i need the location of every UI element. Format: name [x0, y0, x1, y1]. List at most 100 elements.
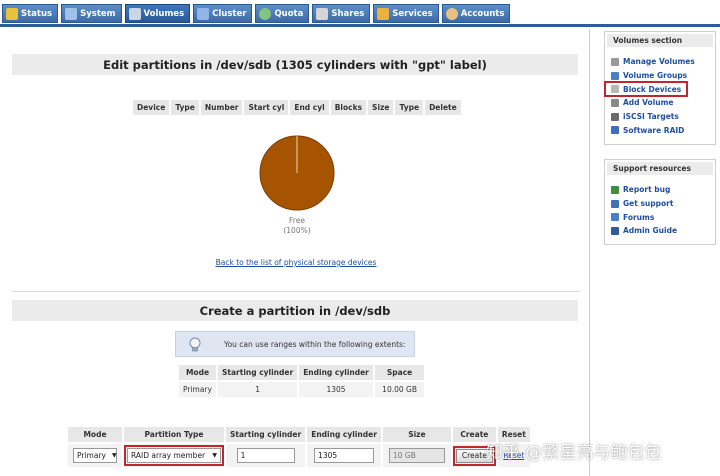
partition-type-cell: RAID array member ▼	[124, 444, 224, 467]
form-col-end: Ending cylinder	[307, 427, 381, 442]
extents-header-row: Mode Starting cylinder Ending cylinder S…	[179, 365, 425, 380]
guide-icon	[611, 226, 619, 235]
ext-end: 1305	[299, 382, 373, 397]
manage-volumes-icon	[611, 57, 619, 66]
ext-space: 10.00 GB	[374, 382, 425, 397]
ext-mode: Primary	[179, 382, 216, 397]
block-devices-icon	[611, 85, 619, 94]
ext-start: 1	[217, 382, 298, 397]
software-raid-icon	[611, 126, 619, 135]
volumes-section-title: Volumes section	[607, 34, 713, 47]
watermark: 知乎 @繁星亮与鲍包包	[486, 443, 662, 463]
tab-status[interactable]: Status	[2, 4, 59, 23]
ext-col-mode: Mode	[179, 365, 216, 380]
tab-underline	[0, 24, 720, 27]
main-content: Edit partitions in /dev/sdb (1305 cylind…	[2, 29, 590, 476]
accounts-icon	[445, 7, 458, 20]
tab-bar: Status System Volumes Cluster Quota Shar…	[2, 4, 511, 23]
shares-icon	[316, 7, 329, 20]
extents-info-box: You can use ranges within the following …	[175, 331, 415, 357]
sidebar-item-volume-groups[interactable]: Volume Groups	[605, 69, 715, 83]
partitions-table: Device Type Number Start cyl End cyl Blo…	[131, 98, 463, 117]
tab-system[interactable]: System	[61, 4, 122, 23]
add-volume-icon	[611, 98, 619, 107]
form-col-size: Size	[382, 427, 451, 442]
partition-type-value: RAID array member	[131, 451, 206, 460]
disk-usage-pie: Free (100%)	[257, 133, 337, 253]
mode-select[interactable]: Primary ▼	[73, 448, 117, 463]
status-icon	[6, 7, 18, 20]
sidebar-item-block-devices[interactable]: Block Devices	[604, 81, 688, 98]
support-icon	[611, 199, 619, 208]
tab-volumes[interactable]: Volumes	[124, 4, 191, 23]
col-blocks: Blocks	[330, 100, 367, 115]
sidebar-item-software-raid[interactable]: Software RAID	[605, 123, 715, 137]
partitions-header-row: Device Type Number Start cyl End cyl Blo…	[133, 100, 461, 115]
create-partition-form: Mode Partition Type Starting cylinder En…	[66, 425, 532, 469]
extents-table: Mode Starting cylinder Ending cylinder S…	[177, 363, 426, 399]
sidebar-item-forums[interactable]: Forums	[605, 210, 715, 224]
col-device: Device	[133, 100, 170, 115]
edit-partitions-title: Edit partitions in /dev/sdb (1305 cylind…	[12, 54, 578, 75]
support-resources-panel: Support resources Report bug Get support…	[604, 159, 716, 245]
forums-icon	[611, 213, 619, 222]
ext-col-space: Space	[374, 365, 425, 380]
col-type-2: Type	[395, 100, 424, 115]
size-input: 10 GB	[388, 448, 445, 463]
pie-label-free: Free	[289, 216, 305, 225]
cluster-icon	[197, 7, 210, 20]
pie-chart	[259, 135, 335, 211]
end-cylinder-input[interactable]: 1305	[314, 448, 375, 463]
create-partition-title: Create a partition in /dev/sdb	[12, 300, 578, 321]
form-header-row: Mode Partition Type Starting cylinder En…	[68, 427, 530, 442]
volumes-section-panel: Volumes section Manage Volumes Volume Gr…	[604, 31, 716, 145]
sidebar-item-get-support[interactable]: Get support	[605, 197, 715, 211]
form-col-partition-type: Partition Type	[124, 427, 224, 442]
sidebar-item-iscsi-targets[interactable]: iSCSI Targets	[605, 110, 715, 124]
sidebar-item-manage-volumes[interactable]: Manage Volumes	[605, 55, 715, 69]
size-cell: 10 GB	[382, 444, 451, 467]
pie-label-percent: (100%)	[283, 226, 311, 235]
sidebar-item-add-volume[interactable]: Add Volume	[605, 96, 715, 110]
back-to-devices-link[interactable]: Back to the list of physical storage dev…	[2, 258, 590, 267]
col-start-cyl: Start cyl	[244, 100, 289, 115]
tab-cluster[interactable]: Cluster	[193, 4, 253, 23]
ext-col-start: Starting cylinder	[217, 365, 298, 380]
system-icon	[65, 7, 78, 20]
partition-type-select[interactable]: RAID array member ▼	[124, 445, 224, 466]
form-row: Primary ▼ RAID array member ▼ 1 1305 10 GB…	[68, 444, 530, 467]
pie-legend: Free (100%)	[257, 216, 337, 236]
tab-shares[interactable]: Shares	[312, 4, 371, 23]
col-delete: Delete	[425, 100, 461, 115]
extents-info-text: You can use ranges within the following …	[224, 339, 406, 349]
tab-accounts[interactable]: Accounts	[441, 4, 511, 23]
top-navigation: Status System Volumes Cluster Quota Shar…	[0, 0, 720, 27]
extents-row: Primary 1 1305 10.00 GB	[179, 382, 425, 397]
section-divider	[12, 291, 580, 292]
tab-quota[interactable]: Quota	[255, 4, 310, 23]
volume-groups-icon	[611, 71, 619, 80]
ext-col-end: Ending cylinder	[299, 365, 373, 380]
col-number: Number	[200, 100, 243, 115]
start-cylinder-input[interactable]: 1	[236, 448, 295, 463]
support-resources-title: Support resources	[607, 162, 713, 175]
chevron-down-icon: ▼	[212, 452, 217, 459]
form-col-start: Starting cylinder	[226, 427, 306, 442]
sidebar-item-report-bug[interactable]: Report bug	[605, 183, 715, 197]
iscsi-targets-icon	[611, 112, 619, 121]
tab-services[interactable]: Services	[373, 4, 439, 23]
services-icon	[377, 7, 390, 20]
quota-icon	[259, 7, 272, 20]
mode-cell: Primary ▼	[68, 444, 122, 467]
bug-icon	[611, 185, 619, 194]
mode-select-value: Primary	[77, 451, 106, 460]
col-size: Size	[368, 100, 394, 115]
sidebar-item-admin-guide[interactable]: Admin Guide	[605, 224, 715, 238]
volumes-icon	[128, 7, 141, 20]
col-type: Type	[171, 100, 199, 115]
end-cell: 1305	[307, 444, 381, 467]
col-end-cyl: End cyl	[290, 100, 329, 115]
chevron-down-icon: ▼	[111, 452, 117, 459]
lightbulb-icon	[189, 337, 201, 352]
form-col-mode: Mode	[68, 427, 122, 442]
